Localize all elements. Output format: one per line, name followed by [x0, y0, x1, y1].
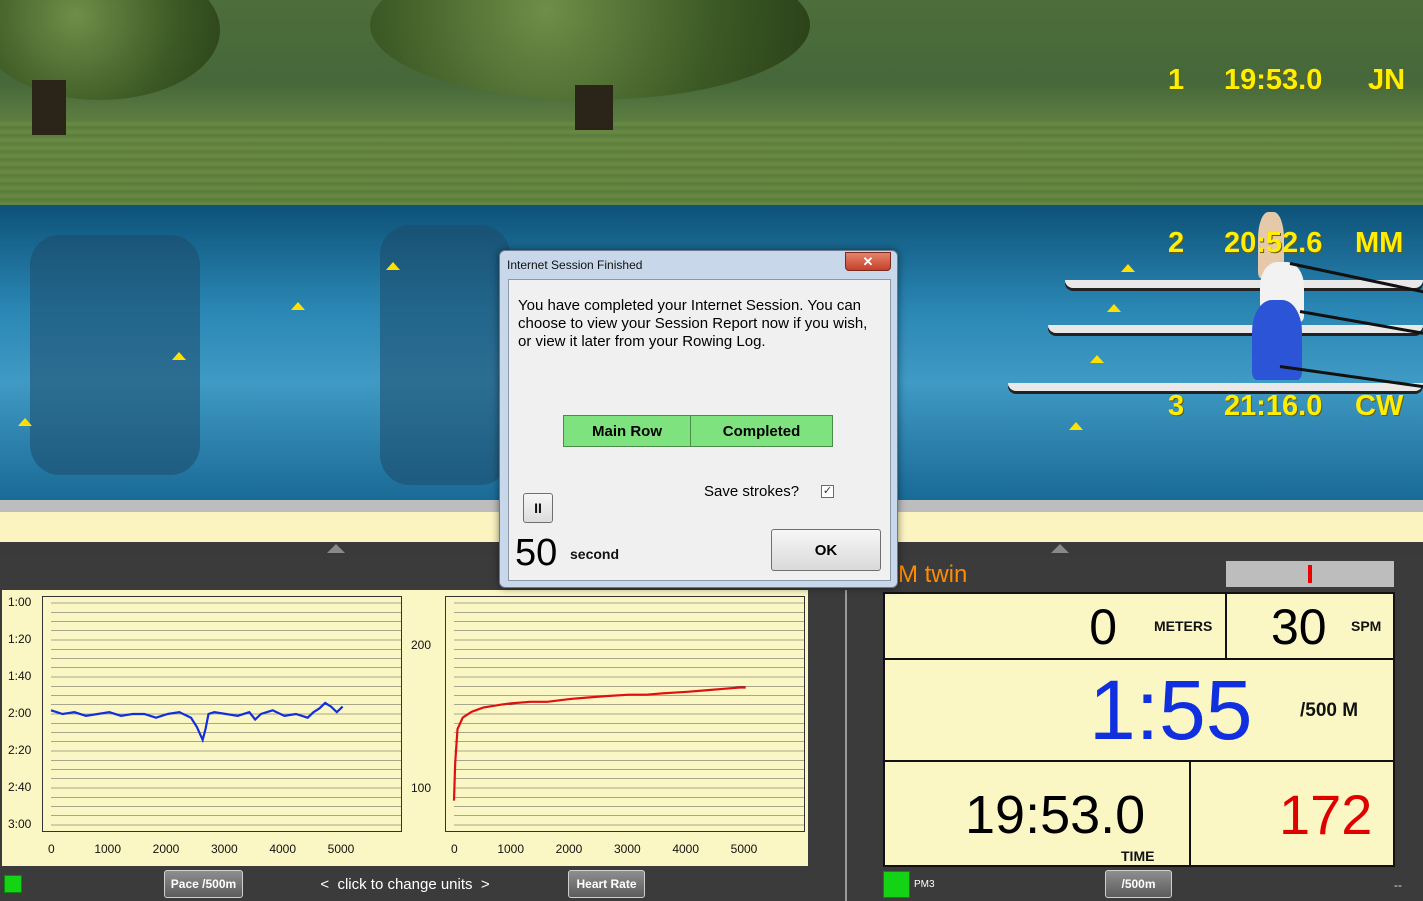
monitor-units-button[interactable]: /500m — [1105, 870, 1172, 898]
lane-buoy — [1090, 355, 1104, 363]
time-cell: 19:53.0 TIME — [883, 760, 1191, 867]
pace-unit: /500 M — [1300, 700, 1359, 721]
y-tick-label: 2:20 — [8, 743, 32, 757]
close-button[interactable]: ✕ — [845, 252, 891, 271]
graphs-panel: 1:00 1:20 1:40 2:00 2:20 2:40 3:00 0 1000 2000 30… — [2, 590, 808, 866]
dialog-body: You have completed your Internet Session… — [508, 279, 891, 581]
lane-buoy — [18, 418, 32, 426]
x-tick-label: 3000 — [614, 842, 641, 856]
tree-center — [370, 0, 810, 130]
y-tick-label: 1:20 — [8, 632, 32, 646]
panel-separator — [845, 590, 847, 901]
x-tick-label: 2000 — [152, 842, 180, 856]
pm-label: PM3 — [914, 879, 935, 890]
x-tick-label: 4000 — [269, 842, 297, 856]
pause-button[interactable]: II — [523, 493, 553, 523]
standing-row-1: 1 19:53.0 JN — [1168, 64, 1405, 97]
x-tick-label: 0 — [451, 842, 458, 856]
pace-value: 1:55 — [1089, 663, 1253, 757]
standing-time: 19:53.0 — [1224, 64, 1323, 96]
y-tick-label: 2:40 — [8, 780, 32, 794]
lane-buoy — [1069, 422, 1083, 430]
standing-initials: JN — [1368, 64, 1406, 96]
spm-unit: SPM — [1351, 618, 1382, 634]
monitor-title: M twin — [898, 561, 968, 588]
close-icon: ✕ — [862, 254, 874, 269]
standing-row-3: 3 21:16.0 CW — [1168, 390, 1403, 423]
lane-buoy — [1107, 304, 1121, 312]
pace-units-button[interactable]: Pace /500m — [164, 870, 243, 898]
standing-place: 1 — [1168, 64, 1185, 96]
stroke-indicator — [1226, 561, 1394, 587]
x-tick-label: 5000 — [730, 842, 758, 856]
lane-buoy — [1121, 264, 1135, 272]
series-line — [50, 701, 344, 744]
change-units-hint[interactable]: < click to change units > — [300, 876, 510, 893]
heart-rate-chart-plot[interactable] — [445, 596, 805, 832]
tree-left — [0, 0, 240, 135]
standing-initials: MM — [1355, 227, 1404, 259]
x-tick-label: 1000 — [497, 842, 525, 856]
heart-rate-button[interactable]: Heart Rate — [568, 870, 645, 898]
pm-status-led — [883, 871, 910, 898]
boat-lane-2 — [1048, 325, 1423, 333]
heart-rate-chart — [452, 602, 804, 826]
standing-time: 21:16.0 — [1224, 390, 1323, 422]
x-tick-label: 5000 — [327, 842, 355, 856]
y-tick-label: 200 — [411, 637, 432, 652]
x-tick-label: 4000 — [672, 842, 700, 856]
lane-buoy — [172, 352, 186, 360]
session-finished-dialog: Internet Session Finished ✕ You have com… — [499, 250, 898, 588]
countdown-value: 50 — [515, 532, 558, 574]
standing-place: 3 — [1168, 390, 1185, 422]
standing-initials: CW — [1355, 390, 1404, 422]
y-tick-label: 100 — [411, 781, 432, 796]
corner-indicator: -- — [1394, 878, 1402, 892]
y-tick-label: 2:00 — [8, 706, 32, 720]
x-tick-label: 1000 — [94, 842, 122, 856]
standing-row-2: 2 20:52.6 MM — [1168, 227, 1403, 260]
spm-value: 30 — [1271, 599, 1327, 655]
standing-place: 2 — [1168, 227, 1185, 259]
lane-buoy — [291, 302, 305, 310]
standing-time: 20:52.6 — [1224, 227, 1323, 259]
pace-cell: 1:55 /500 M — [883, 658, 1395, 762]
y-tick-label: 1:40 — [8, 669, 32, 683]
session-row-status: Completed — [690, 415, 833, 447]
heart-rate-cell: 172 — [1189, 760, 1395, 867]
x-tick-label: 3000 — [211, 842, 238, 856]
ok-button[interactable]: OK — [771, 529, 881, 571]
x-tick-label: 0 — [48, 842, 55, 856]
stroke-marker — [1308, 565, 1312, 583]
meters-cell: 0 METERS — [883, 592, 1227, 660]
time-unit: TIME — [1121, 848, 1155, 864]
save-strokes-label: Save strokes? — [704, 483, 800, 500]
meters-unit: METERS — [1154, 618, 1213, 634]
spm-cell: 30 SPM — [1225, 592, 1395, 660]
time-value: 19:53.0 — [965, 785, 1146, 845]
performance-monitor: 0 METERS 30 SPM 1:55 /500 M 19:53.0 TIME… — [883, 592, 1395, 867]
meters-value: 0 — [1089, 599, 1117, 655]
pause-icon: II — [534, 500, 542, 516]
expand-left-icon[interactable] — [327, 544, 345, 553]
dialog-title: Internet Session Finished — [507, 258, 643, 272]
session-row-label: Main Row — [563, 415, 691, 447]
x-tick-label: 2000 — [555, 842, 583, 856]
dialog-message: You have completed your Internet Session… — [518, 297, 868, 350]
heart-rate-value: 172 — [1279, 783, 1373, 846]
y-tick-label: 1:00 — [8, 595, 32, 609]
countdown-unit: second — [570, 546, 620, 562]
expand-right-icon[interactable] — [1051, 544, 1069, 553]
status-led-left — [4, 875, 22, 893]
lane-buoy — [386, 262, 400, 270]
y-tick-label: 3:00 — [8, 817, 32, 831]
save-strokes-checkbox[interactable]: ✓ — [821, 485, 834, 498]
pace-chart — [50, 602, 401, 826]
pace-chart-plot[interactable] — [42, 596, 402, 832]
